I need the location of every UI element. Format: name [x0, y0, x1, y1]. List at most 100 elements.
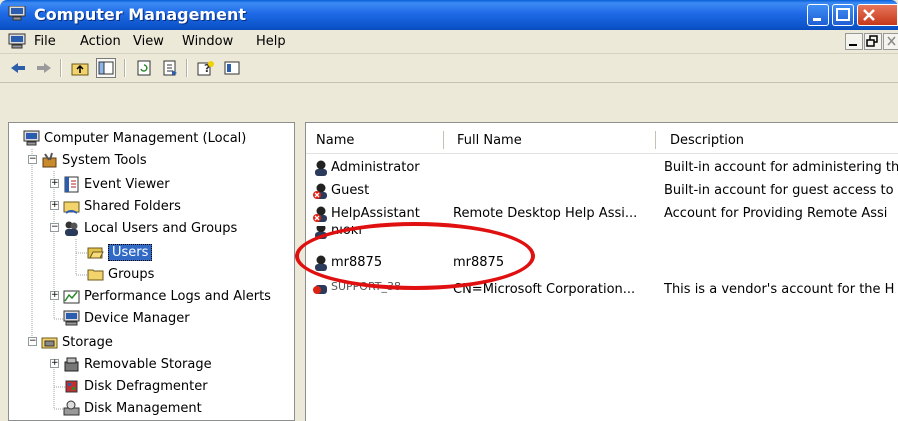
menu-action[interactable]: Action [80, 34, 121, 49]
toolbar-separator [186, 59, 188, 77]
list-row[interactable]: HelpAssistant Remote Desktop Help Assi..… [306, 203, 898, 225]
tree-item-label: Event Viewer [84, 176, 170, 192]
minimize-icon [849, 44, 857, 46]
mdi-close-button[interactable] [883, 33, 898, 50]
show-hide-console-tree-button[interactable] [96, 58, 116, 78]
maximize-button[interactable] [832, 4, 854, 26]
console-system-icon[interactable] [8, 33, 26, 50]
column-header-full-name[interactable]: Full Name [457, 129, 522, 151]
folder-icon [87, 269, 104, 280]
user-icon [315, 226, 327, 239]
expand-removable-storage-toggle[interactable]: + [50, 359, 59, 368]
show-hide-tree-icon [98, 61, 114, 75]
disabled-user-icon [313, 285, 327, 294]
collapse-storage-toggle[interactable]: − [28, 337, 37, 346]
list-row[interactable]: Administrator Built-in account for admin… [306, 157, 898, 179]
user-full-name: mr8875 [453, 255, 505, 270]
tools-icon [42, 152, 57, 167]
column-header-name[interactable]: Name [316, 129, 354, 151]
device-manager-icon [63, 310, 80, 325]
minimize-button[interactable] [807, 4, 829, 26]
column-resize-handle[interactable] [443, 131, 444, 149]
user-name: SUPPORT_38 [331, 280, 402, 293]
tree-item-users[interactable]: Users [87, 241, 153, 263]
refresh-icon [137, 60, 151, 76]
user-description: Built-in account for administering th [664, 160, 898, 175]
tree-item-label: System Tools [62, 152, 147, 168]
menu-bar: File Action View Window Help [0, 30, 898, 54]
help-icon: ? [197, 61, 214, 76]
mdi-restore-button[interactable] [864, 33, 882, 50]
tree-item-storage[interactable]: Storage [41, 331, 113, 353]
user-icon [315, 255, 327, 271]
computer-management-window: Computer Management File Action View Win… [0, 0, 898, 421]
user-name: mr8875 [331, 255, 383, 270]
maximize-icon [836, 8, 850, 21]
mdi-minimize-button[interactable] [845, 33, 863, 50]
tree-item-shared-folders[interactable]: Shared Folders [63, 195, 181, 217]
pane-splitter[interactable] [294, 122, 306, 421]
list-row[interactable]: SUPPORT_38 CN=Microsoft Corporation... T… [306, 280, 898, 303]
list-row[interactable]: Guest Built-in account for guest access … [306, 180, 898, 202]
tree-item-disk-management[interactable]: Disk Management [63, 397, 202, 419]
menu-view[interactable]: View [133, 34, 164, 49]
forward-button[interactable] [34, 58, 54, 78]
user-name: Guest [331, 183, 370, 198]
toolbar-separator [124, 59, 126, 77]
menu-file[interactable]: File [34, 34, 56, 49]
console-view-button[interactable] [222, 58, 242, 78]
console-tree: Computer Management (Local) − System Too… [8, 122, 294, 421]
refresh-button[interactable] [134, 58, 154, 78]
tree-item-label: Performance Logs and Alerts [84, 288, 271, 304]
user-name: Administrator [331, 160, 420, 175]
users-groups-icon [65, 221, 78, 236]
tree-item-computer-management[interactable]: Computer Management (Local) [23, 127, 246, 149]
tree-item-label: Groups [108, 266, 155, 282]
back-button[interactable] [8, 58, 28, 78]
export-list-button[interactable] [160, 58, 180, 78]
tree-item-label: Disk Defragmenter [84, 378, 208, 394]
tree-item-device-manager[interactable]: Device Manager [63, 307, 190, 329]
user-description: Built-in account for guest access to [664, 183, 894, 198]
event-viewer-icon [64, 176, 79, 192]
expand-performance-logs-toggle[interactable]: + [50, 291, 59, 300]
toolbar-separator [60, 59, 62, 77]
up-folder-icon [71, 63, 89, 76]
expand-shared-folders-toggle[interactable]: + [50, 201, 59, 210]
back-arrow-icon [11, 63, 25, 73]
tree-item-disk-defragmenter[interactable]: Disk Defragmenter [63, 375, 208, 397]
user-full-name: Remote Desktop Help Assi... [453, 206, 638, 221]
tree-item-system-tools[interactable]: System Tools [41, 149, 147, 171]
folder-open-icon [87, 247, 104, 258]
computer-management-app-icon [8, 6, 26, 21]
list-row[interactable]: nioki [306, 226, 898, 240]
user-description: This is a vendor's account for the H [664, 282, 895, 297]
up-one-level-button[interactable] [70, 58, 90, 78]
help-button[interactable]: ? [196, 58, 216, 78]
tree-item-event-viewer[interactable]: Event Viewer [63, 173, 170, 195]
disk-management-icon [63, 400, 80, 415]
tree-item-groups[interactable]: Groups [87, 263, 154, 285]
tree-item-removable-storage[interactable]: Removable Storage [63, 353, 212, 375]
performance-icon [63, 290, 80, 303]
column-resize-handle[interactable] [655, 131, 656, 149]
user-description: Account for Providing Remote Assi [664, 206, 888, 221]
user-full-name: CN=Microsoft Corporation... [453, 282, 636, 297]
tree-item-performance-logs[interactable]: Performance Logs and Alerts [63, 285, 271, 307]
collapse-local-users-groups-toggle[interactable]: − [50, 223, 59, 232]
menu-window[interactable]: Window [182, 34, 233, 49]
restore-icon [866, 35, 878, 47]
column-header-description[interactable]: Description [670, 129, 744, 151]
removable-storage-icon [64, 357, 79, 371]
tree-item-label: Storage [62, 334, 113, 350]
title-bar[interactable]: Computer Management [0, 0, 898, 30]
menu-help[interactable]: Help [256, 34, 286, 49]
collapse-system-tools-toggle[interactable]: − [28, 155, 37, 164]
list-row[interactable]: mr8875 mr8875 [306, 252, 898, 274]
expand-event-viewer-toggle[interactable]: + [50, 179, 59, 188]
user-icon [315, 160, 327, 176]
tree-item-local-users-and-groups[interactable]: Local Users and Groups [63, 217, 237, 239]
disabled-user-icon [313, 183, 327, 199]
close-button[interactable] [857, 4, 898, 26]
forward-arrow-icon [37, 63, 51, 73]
